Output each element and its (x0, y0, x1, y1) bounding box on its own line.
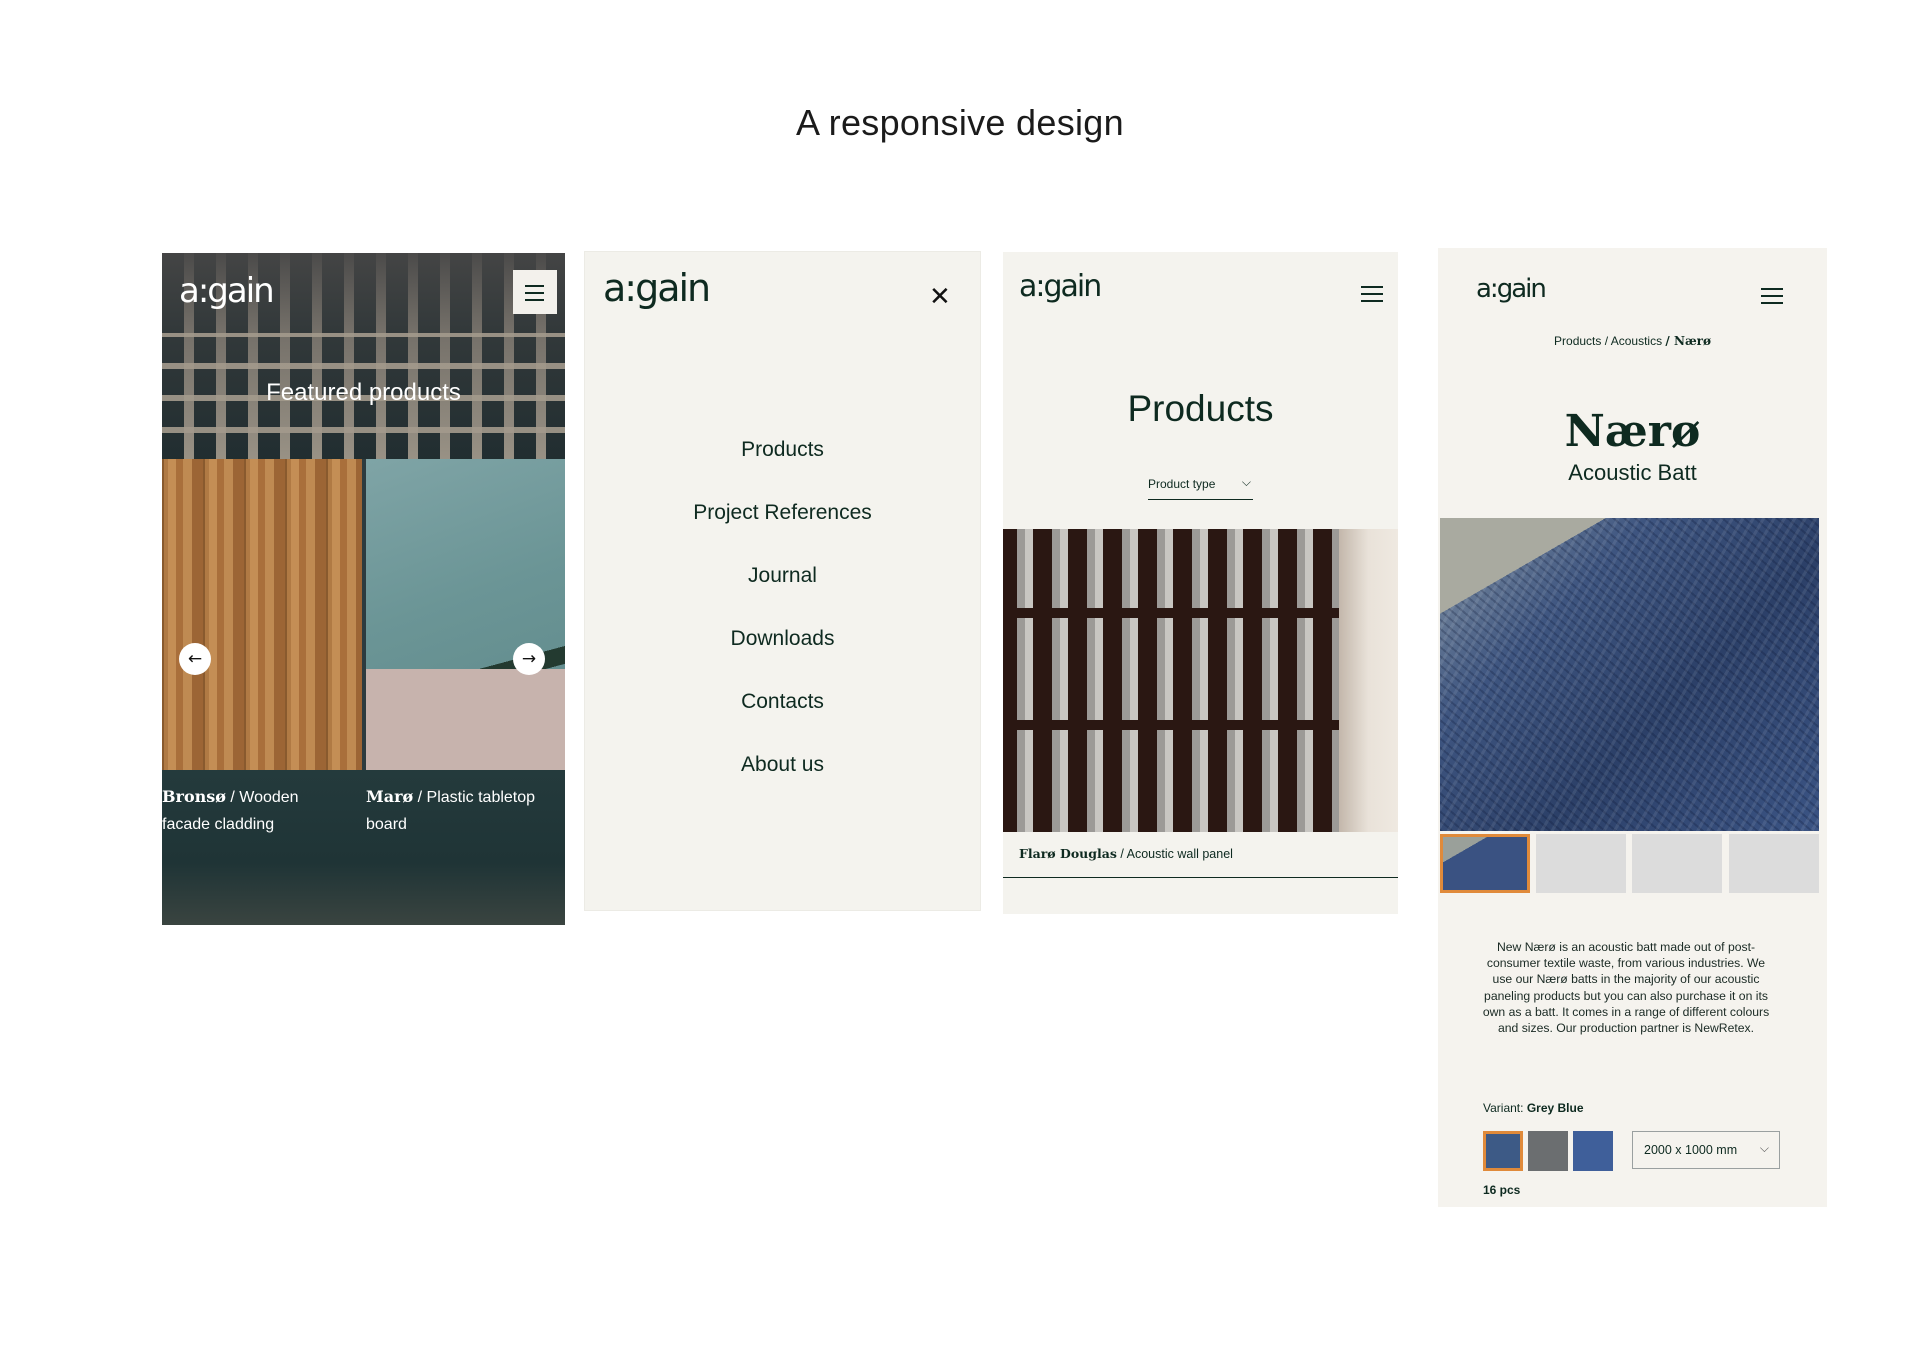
product-description: New Nærø is an acoustic batt made out of… (1482, 940, 1770, 1036)
product-main-image[interactable] (1440, 518, 1819, 831)
product-type-filter[interactable]: Product type ⌵ (1148, 475, 1253, 500)
mobile-products-screen: a:gain Products Product type ⌵ Flarø Dou… (1003, 252, 1398, 914)
size-value: 2000 x 1000 mm (1644, 1143, 1738, 1157)
mobile-home-screen: a:gain Featured products Bronsø / Wooden… (162, 253, 565, 925)
product-card-image[interactable] (162, 459, 362, 770)
divider (1003, 877, 1398, 878)
breadcrumb: Products / Acoustics / Nærø (1438, 334, 1827, 348)
variant-swatch[interactable] (1483, 1131, 1523, 1171)
product-type: Acoustic Batt (1568, 460, 1697, 485)
quantity-label: 16 pcs (1483, 1183, 1521, 1197)
thumbnail[interactable] (1536, 834, 1626, 893)
variant-label: Variant: Grey Blue (1483, 1101, 1584, 1115)
thumbnail[interactable] (1729, 834, 1819, 893)
nav-item-downloads[interactable]: Downloads (585, 627, 980, 690)
breadcrumb-current: / Nærø (1665, 334, 1711, 348)
product-card-caption[interactable]: Bronsø / Wooden facade cladding (162, 783, 337, 838)
product-name: Flarø Douglas (1019, 846, 1117, 861)
mobile-product-detail-screen: a:gain Products / Acoustics / Nærø Nærø … (1438, 248, 1827, 1207)
product-card-image[interactable] (366, 459, 565, 771)
logo[interactable]: a:gain (1476, 274, 1547, 304)
menu-button[interactable] (513, 270, 557, 314)
thumbnail[interactable] (1632, 834, 1722, 893)
hamburger-icon[interactable] (1761, 288, 1783, 304)
product-name: Nærø (1564, 406, 1701, 457)
close-icon[interactable]: ✕ (929, 284, 951, 310)
product-card-caption[interactable]: Marø / Plastic tabletop board (366, 783, 565, 838)
arrow-right-icon[interactable]: → (513, 643, 545, 675)
logo[interactable]: a:gain (179, 271, 275, 311)
chevron-down-icon: ⌵ (1759, 1141, 1769, 1155)
variant-caption: Variant: (1483, 1101, 1527, 1115)
nav-item-contacts[interactable]: Contacts (585, 690, 980, 753)
hamburger-icon (525, 285, 547, 301)
mobile-menu-screen: a:gain ✕ Products Project References Jou… (584, 251, 981, 911)
variant-value: Grey Blue (1526, 1101, 1584, 1115)
product-caption[interactable]: Flarø Douglas / Acoustic wall panel (1019, 846, 1233, 861)
variant-swatch[interactable] (1573, 1131, 1613, 1171)
thumbnail-strip (1440, 834, 1819, 893)
nav-item-project-references[interactable]: Project References (585, 501, 980, 564)
logo[interactable]: a:gain (603, 266, 711, 310)
nav-item-journal[interactable]: Journal (585, 564, 980, 627)
nav-item-about-us[interactable]: About us (585, 753, 980, 816)
product-name: Marø (366, 787, 414, 806)
product-description: / Acoustic wall panel (1116, 847, 1233, 861)
product-image[interactable] (1003, 529, 1398, 832)
breadcrumb-acoustics[interactable]: / Acoustics (1605, 334, 1662, 348)
variant-swatch[interactable] (1528, 1131, 1568, 1171)
chevron-down-icon: ⌵ (1241, 475, 1251, 489)
product-name: Bronsø (162, 787, 226, 806)
logo[interactable]: a:gain (1019, 269, 1102, 304)
breadcrumb-products[interactable]: Products (1554, 334, 1601, 348)
page-title: Products (1127, 388, 1274, 429)
thumbnail[interactable] (1440, 834, 1530, 893)
hero-title: Featured products (266, 379, 461, 406)
filter-label: Product type (1148, 477, 1216, 491)
nav-menu: Products Project References Journal Down… (585, 438, 980, 816)
page-heading: A responsive design (796, 102, 1124, 143)
arrow-left-icon[interactable]: ← (179, 643, 211, 675)
size-select[interactable]: 2000 x 1000 mm ⌵ (1632, 1131, 1780, 1169)
hamburger-icon[interactable] (1361, 286, 1383, 302)
nav-item-products[interactable]: Products (585, 438, 980, 501)
